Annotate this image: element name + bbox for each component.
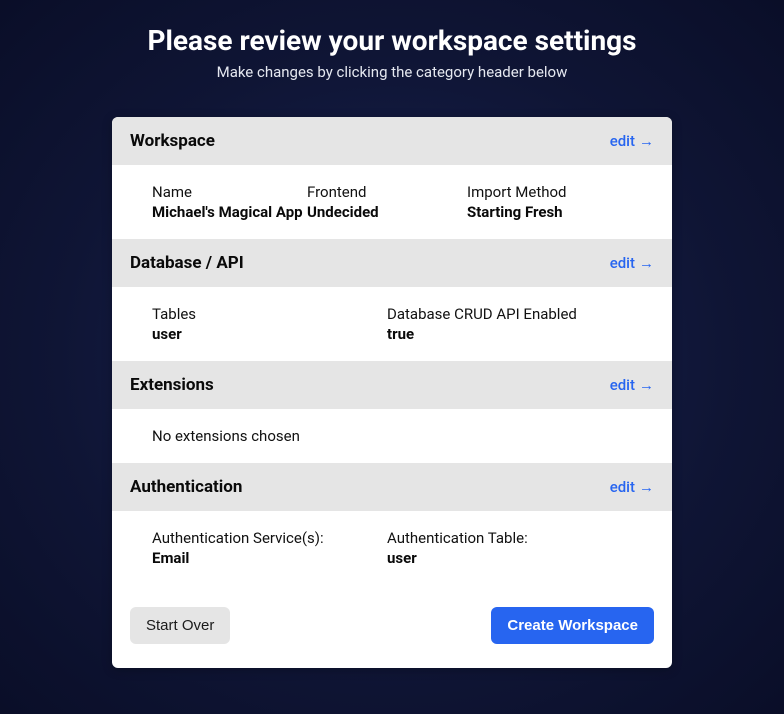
field-auth-services: Authentication Service(s): Email xyxy=(152,529,387,567)
section-title-extensions: Extensions xyxy=(130,375,214,395)
arrow-right-icon: → xyxy=(639,134,654,149)
edit-link-auth[interactable]: edit → xyxy=(610,478,654,496)
section-body-workspace: Name Michael's Magical App Frontend Unde… xyxy=(112,165,672,239)
create-workspace-button[interactable]: Create Workspace xyxy=(491,607,654,644)
field-frontend: Frontend Undecided xyxy=(307,183,467,221)
field-name: Name Michael's Magical App xyxy=(152,183,307,221)
field-auth-table: Authentication Table: user xyxy=(387,529,622,567)
edit-label: edit xyxy=(610,478,635,496)
field-value: Michael's Magical App xyxy=(152,203,307,221)
field-label: Name xyxy=(152,183,307,201)
start-over-button[interactable]: Start Over xyxy=(130,607,230,644)
section-header-extensions[interactable]: Extensions edit → xyxy=(112,361,672,409)
field-tables: Tables user xyxy=(152,305,387,343)
field-label: Frontend xyxy=(307,183,467,201)
field-value: Email xyxy=(152,549,387,567)
field-value: user xyxy=(387,549,622,567)
field-value: true xyxy=(387,325,622,343)
page-subtitle: Make changes by clicking the category he… xyxy=(0,63,784,81)
section-body-database: Tables user Database CRUD API Enabled tr… xyxy=(112,287,672,361)
field-label: Import Method xyxy=(467,183,627,201)
section-header-auth[interactable]: Authentication edit → xyxy=(112,463,672,511)
section-body-extensions: No extensions chosen xyxy=(112,409,672,463)
field-value: Undecided xyxy=(307,203,467,221)
edit-link-workspace[interactable]: edit → xyxy=(610,132,654,150)
edit-label: edit xyxy=(610,376,635,394)
edit-label: edit xyxy=(610,132,635,150)
field-crud-enabled: Database CRUD API Enabled true xyxy=(387,305,622,343)
field-label: Database CRUD API Enabled xyxy=(387,305,622,323)
field-value: Starting Fresh xyxy=(467,203,627,221)
section-title-workspace: Workspace xyxy=(130,131,215,151)
field-label: Authentication Service(s): xyxy=(152,529,387,547)
settings-card: Workspace edit → Name Michael's Magical … xyxy=(112,117,672,668)
arrow-right-icon: → xyxy=(639,480,654,495)
arrow-right-icon: → xyxy=(639,378,654,393)
field-label: Tables xyxy=(152,305,387,323)
edit-label: edit xyxy=(610,254,635,272)
arrow-right-icon: → xyxy=(639,256,654,271)
extensions-empty: No extensions chosen xyxy=(152,427,654,445)
edit-link-extensions[interactable]: edit → xyxy=(610,376,654,394)
section-title-database: Database / API xyxy=(130,253,244,273)
page-title: Please review your workspace settings xyxy=(0,0,784,57)
section-title-auth: Authentication xyxy=(130,477,242,497)
section-header-database[interactable]: Database / API edit → xyxy=(112,239,672,287)
field-import-method: Import Method Starting Fresh xyxy=(467,183,627,221)
card-footer: Start Over Create Workspace xyxy=(112,585,672,668)
section-body-auth: Authentication Service(s): Email Authent… xyxy=(112,511,672,585)
field-label: Authentication Table: xyxy=(387,529,622,547)
section-header-workspace[interactable]: Workspace edit → xyxy=(112,117,672,165)
field-value: user xyxy=(152,325,387,343)
edit-link-database[interactable]: edit → xyxy=(610,254,654,272)
